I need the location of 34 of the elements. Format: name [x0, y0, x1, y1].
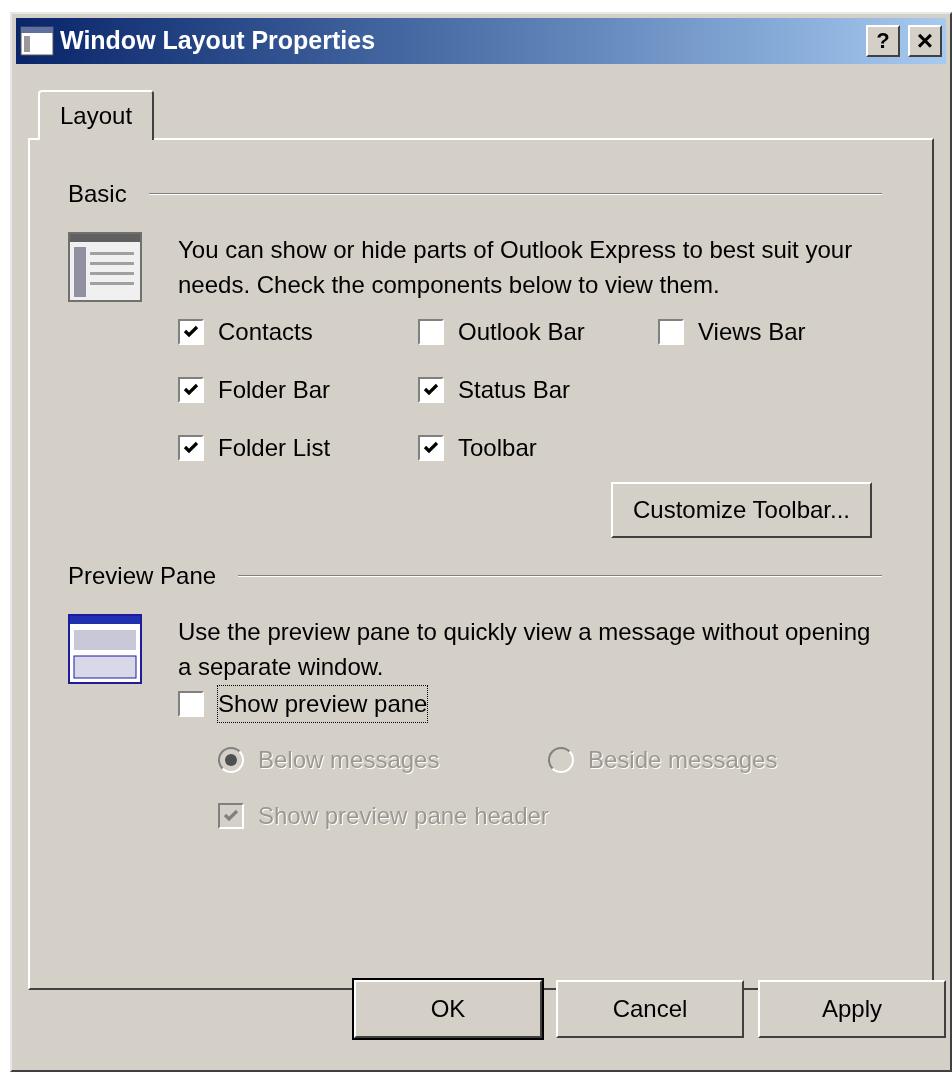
checkbox[interactable] [418, 435, 444, 461]
preview-pane-icon [68, 614, 142, 684]
checkbox-label: Folder Bar [218, 375, 331, 405]
dialog-button[interactable]: Apply [758, 980, 946, 1038]
window-icon [20, 26, 54, 56]
checkbox[interactable] [658, 319, 684, 345]
checkbox-label: Contacts [218, 317, 313, 347]
checkbox-label: Show preview pane [218, 686, 428, 722]
dialog-button[interactable]: OK [354, 980, 542, 1038]
group-heading: Preview Pane [68, 561, 217, 591]
checkbox[interactable] [178, 319, 204, 345]
checkbox-label: Folder List [218, 433, 331, 463]
checkbox[interactable] [178, 435, 204, 461]
window-title: Window Layout Properties [60, 25, 377, 57]
description-text: You can show or hide parts of Outlook Express to best suit your needs. Check the components below to view them. [178, 235, 854, 300]
close-button[interactable]: × [908, 25, 942, 57]
checkbox-label: Outlook Bar [458, 317, 585, 347]
description-text: Use the preview pane to quickly view a message without opening a separate window. [178, 617, 872, 682]
checkbox-label: Status Bar [458, 375, 571, 405]
checkbox-label: Views Bar [698, 317, 806, 347]
radio-label: Beside messages [588, 745, 778, 775]
checkbox-label: Toolbar [458, 433, 537, 463]
customize-toolbar-button[interactable]: Customize Toolbar... [611, 482, 872, 538]
checkbox[interactable] [418, 377, 444, 403]
checkbox-label: Show preview pane header [258, 801, 549, 831]
tab[interactable]: Layout [38, 90, 155, 140]
checkbox[interactable] [418, 319, 444, 345]
radio-label: Below messages [258, 745, 440, 775]
group-heading: Basic [68, 179, 127, 209]
layout-icon [68, 232, 142, 302]
checkbox[interactable] [178, 377, 204, 403]
dialog-button[interactable]: Cancel [556, 980, 744, 1038]
help-button[interactable]: ? [866, 25, 900, 57]
checkbox[interactable] [178, 691, 204, 717]
